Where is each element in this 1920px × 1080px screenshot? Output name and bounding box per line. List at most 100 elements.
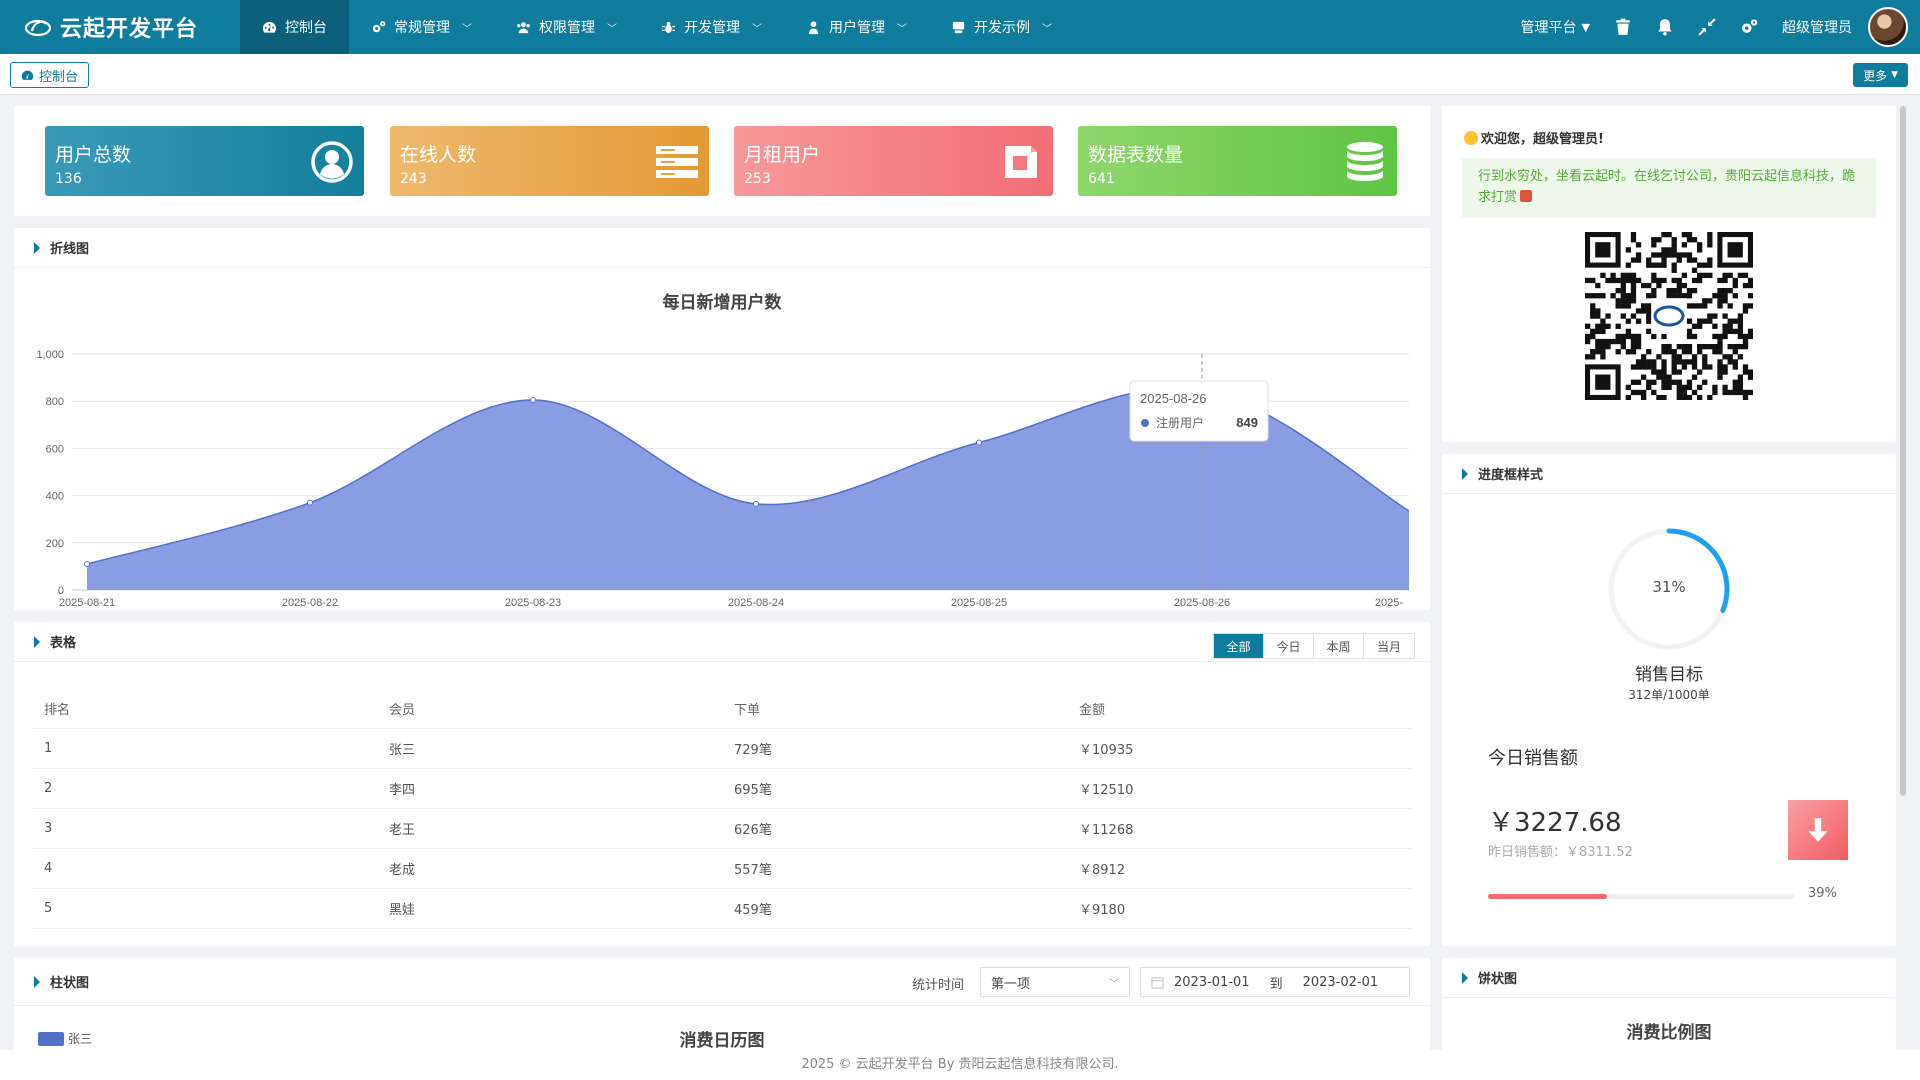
qr-module [1676, 293, 1682, 299]
table-row[interactable]: 4 老成 557笔 ￥8912 [32, 848, 1412, 889]
filter-month[interactable]: 当月 [1364, 634, 1414, 658]
clear-cache-button[interactable] [1602, 0, 1644, 54]
qr-module [1600, 349, 1606, 355]
qr-module [1641, 359, 1647, 365]
qr-module [1651, 333, 1657, 340]
qr-module [1615, 288, 1621, 294]
filter-all[interactable]: 全部 [1214, 634, 1264, 658]
stat-card-monthly[interactable]: 月租用户 253 [734, 126, 1053, 196]
date-range-picker[interactable]: 2023-01-01 到 2023-02-01 [1140, 967, 1410, 997]
qr-module [1732, 379, 1738, 385]
ring-subtitle: 312单/1000单 [1628, 688, 1710, 702]
qr-module [1717, 364, 1723, 370]
username[interactable]: 超级管理员 [1770, 0, 1864, 54]
qr-module [1600, 323, 1606, 329]
settings-button[interactable] [1728, 0, 1770, 54]
qr-module [1737, 354, 1744, 360]
more-tabs-button[interactable]: 更多 ▼ [1853, 63, 1908, 87]
fullscreen-button[interactable] [1686, 0, 1728, 54]
qr-module [1630, 364, 1637, 370]
cell: 2 [32, 768, 377, 809]
panel-title: 柱状图 [50, 976, 90, 991]
stat-card-total-users[interactable]: 用户总数 136 [45, 126, 364, 196]
qr-module [1646, 303, 1652, 309]
data-point [307, 499, 313, 506]
qr-module [1691, 359, 1698, 365]
qr-module [1707, 232, 1713, 238]
avatar[interactable] [1868, 7, 1908, 47]
period-select[interactable]: 第一项 ﹀ [980, 967, 1130, 997]
qr-module [1625, 303, 1632, 309]
qr-module [1600, 328, 1606, 335]
notification-button[interactable] [1644, 0, 1686, 54]
qr-module [1671, 262, 1677, 268]
nav-item-permission[interactable]: 权限管理 ﹀ [494, 0, 639, 54]
qr-module [1686, 293, 1693, 299]
qr-module [1661, 379, 1667, 385]
qr-module [1681, 252, 1688, 258]
smile-emoji-icon [1464, 130, 1478, 145]
qr-module [1717, 298, 1723, 304]
tooltip-box [1129, 380, 1269, 442]
qr-module [1742, 344, 1749, 350]
qr-module [1742, 333, 1749, 340]
page-scrollbar[interactable] [1900, 106, 1906, 796]
filter-today[interactable]: 今日 [1264, 634, 1314, 658]
qr-module [1646, 328, 1652, 335]
qr-module [1595, 349, 1601, 355]
table-row[interactable]: 3 老王 626笔 ￥11268 [32, 808, 1412, 849]
qr-module [1641, 303, 1647, 309]
nav-item-dashboard[interactable]: 控制台 [240, 0, 349, 54]
nav-label: 控制台 [285, 20, 327, 36]
qr-module [1666, 344, 1672, 350]
nav-item-examples[interactable]: 开发示例 ﹀ [929, 0, 1074, 54]
qr-module [1646, 313, 1652, 319]
qr-finder [1727, 242, 1743, 258]
x-tick-label: 2025-08-24 [728, 597, 784, 609]
qr-module [1666, 349, 1672, 355]
qr-module [1661, 344, 1667, 350]
cell: 张三 [377, 728, 722, 769]
qr-module [1661, 252, 1667, 258]
filter-week[interactable]: 本周 [1314, 634, 1364, 658]
qr-module [1691, 333, 1698, 340]
stat-card-tables[interactable]: 数据表数量 641 [1078, 126, 1397, 196]
stat-card-online[interactable]: 在线人数 243 [390, 126, 709, 196]
nav-item-general[interactable]: 常规管理 ﹀ [349, 0, 494, 54]
qr-module [1691, 257, 1698, 263]
tooltip-marker [1141, 419, 1149, 427]
qr-module [1590, 313, 1596, 319]
qr-module [1712, 333, 1718, 340]
qr-module [1737, 379, 1744, 385]
qr-module [1717, 303, 1723, 309]
today-sales-value: ￥3227.68 [1488, 808, 1622, 838]
qr-module [1697, 394, 1703, 400]
qr-module [1691, 323, 1698, 329]
panel-title: 饼状图 [1478, 972, 1518, 987]
qr-module [1707, 272, 1713, 279]
qr-module [1712, 293, 1718, 299]
qr-module [1615, 349, 1621, 355]
tab-dashboard[interactable]: 控制台 [10, 62, 90, 88]
platform-switch[interactable]: 管理平台 ▼ [1509, 0, 1602, 54]
cloud-logo-icon [24, 19, 52, 37]
qr-module [1722, 288, 1728, 294]
nav-item-users[interactable]: 用户管理 ﹀ [784, 0, 929, 54]
qr-module [1630, 379, 1637, 385]
table-row[interactable]: 1 张三 729笔 ￥10935 [32, 728, 1412, 769]
qr-module [1646, 262, 1652, 268]
qr-module [1717, 288, 1723, 294]
qr-module [1732, 359, 1738, 365]
welcome-panel: 欢迎您，超级管理员! 行到水穷处，坐看云起时。在线乞讨公司，贵阳云起信息科技，跪… [1442, 106, 1896, 442]
cell: 3 [32, 808, 377, 849]
nav-item-dev[interactable]: 开发管理 ﹀ [639, 0, 784, 54]
qr-module [1717, 349, 1723, 355]
table-row[interactable]: 2 李四 695笔 ￥12510 [32, 768, 1412, 809]
table-row[interactable]: 5 黑娃 459笔 ￥9180 [32, 888, 1412, 929]
qr-module [1737, 389, 1744, 396]
qr-module [1671, 349, 1677, 355]
qr-module [1661, 232, 1667, 238]
line-chart[interactable]: 0 200 400 600 800 1,000 2025-08-21 2025-08-22 20… [14, 270, 1430, 610]
qr-module [1681, 242, 1688, 248]
brand[interactable]: 云起开发平台 [0, 0, 240, 54]
